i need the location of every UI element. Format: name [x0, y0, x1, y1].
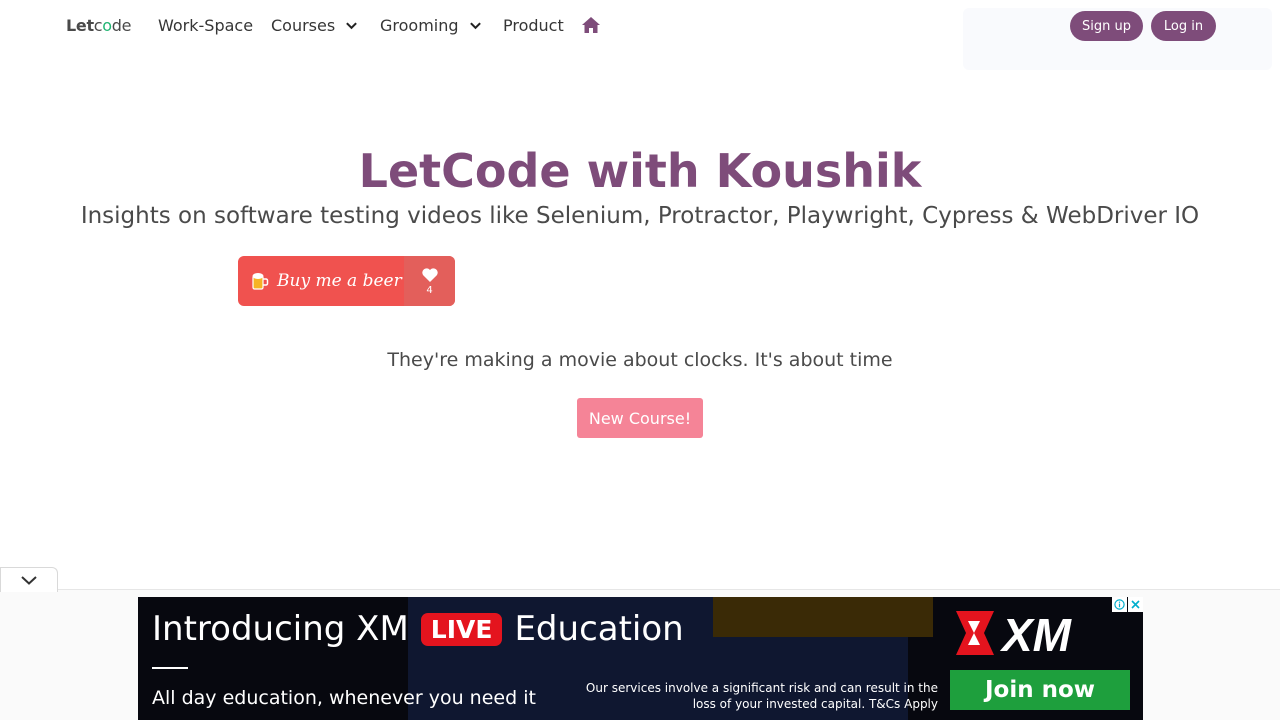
ad-divider: [152, 667, 188, 669]
heart-icon: [421, 267, 438, 282]
ad-disclaimer: Our services involve a significant risk …: [585, 681, 938, 711]
ad-banner[interactable]: Introducing XM LIVE Education All day ed…: [138, 597, 1143, 720]
chevron-down-icon: [346, 22, 358, 30]
new-course-button[interactable]: New Course!: [577, 398, 703, 438]
signup-button[interactable]: Sign up: [1070, 11, 1143, 41]
live-badge: LIVE: [420, 612, 503, 646]
login-button[interactable]: Log in: [1151, 11, 1216, 41]
home-icon[interactable]: [581, 16, 601, 34]
ad-collapse-toggle[interactable]: [0, 567, 58, 592]
ad-info-icon[interactable]: [1112, 597, 1127, 612]
nav-item-grooming[interactable]: Grooming: [380, 16, 482, 35]
join-now-button[interactable]: Join now: [950, 670, 1130, 710]
close-icon: [1131, 600, 1140, 609]
beer-main: Buy me a beer: [238, 256, 404, 306]
chevron-down-icon: [21, 576, 37, 585]
beer-label: Buy me a beer: [277, 271, 402, 291]
ad-headline: Introducing XM LIVE Education: [152, 609, 684, 649]
buy-me-a-beer-button[interactable]: Buy me a beer 4: [238, 256, 455, 306]
beer-count: 4: [426, 284, 433, 296]
nav-item-label: Courses: [271, 16, 336, 35]
beer-like-counter[interactable]: 4: [404, 256, 455, 306]
nav-item-label: Work-Space: [158, 16, 254, 35]
ad-close-button[interactable]: [1128, 597, 1143, 612]
nav-item-label: Grooming: [380, 16, 459, 35]
ad-tagline: All day education, whenever you need it: [152, 687, 536, 709]
nav-item-courses[interactable]: Courses: [271, 16, 358, 35]
info-icon: [1114, 599, 1125, 610]
beer-mug-icon: [252, 273, 269, 290]
ad-background: [713, 597, 933, 637]
nav-item-label: Product: [503, 16, 564, 35]
nav-item-workspace[interactable]: Work-Space: [158, 16, 253, 35]
logo[interactable]: Letcode: [66, 16, 132, 35]
xm-logo: XM: [956, 609, 1073, 659]
svg-text:XM: XM: [999, 609, 1073, 659]
chevron-down-icon: [469, 22, 481, 30]
daily-joke: They're making a movie about clocks. It'…: [387, 349, 893, 371]
nav-item-product[interactable]: Product: [503, 16, 564, 35]
page-subtitle: Insights on software testing videos like…: [80, 203, 1200, 229]
navbar: Letcode Work-Space Courses Grooming Prod…: [0, 0, 1280, 70]
page-title: LetCode with Koushik: [358, 144, 922, 198]
